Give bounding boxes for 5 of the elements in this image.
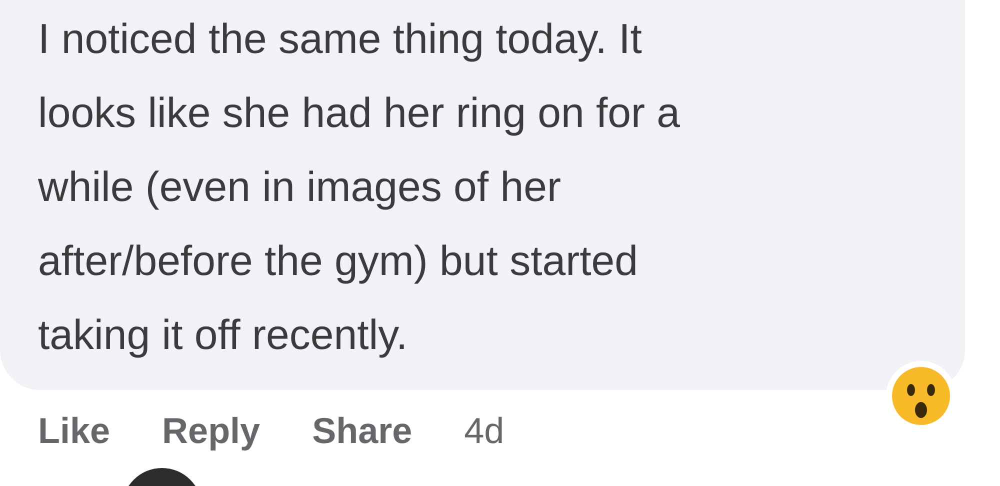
comment-action-link[interactable]: Like (38, 404, 110, 458)
comment-action-link[interactable]: Reply (162, 404, 260, 458)
comment-text: I noticed the same thing today. It looks like she had her ring on for a while (even in images of her after/before the gym) but started taking it off recently. (38, 14, 680, 360)
timestamp[interactable]: 4d (464, 404, 504, 458)
comment-action-link[interactable]: Share (312, 404, 412, 458)
